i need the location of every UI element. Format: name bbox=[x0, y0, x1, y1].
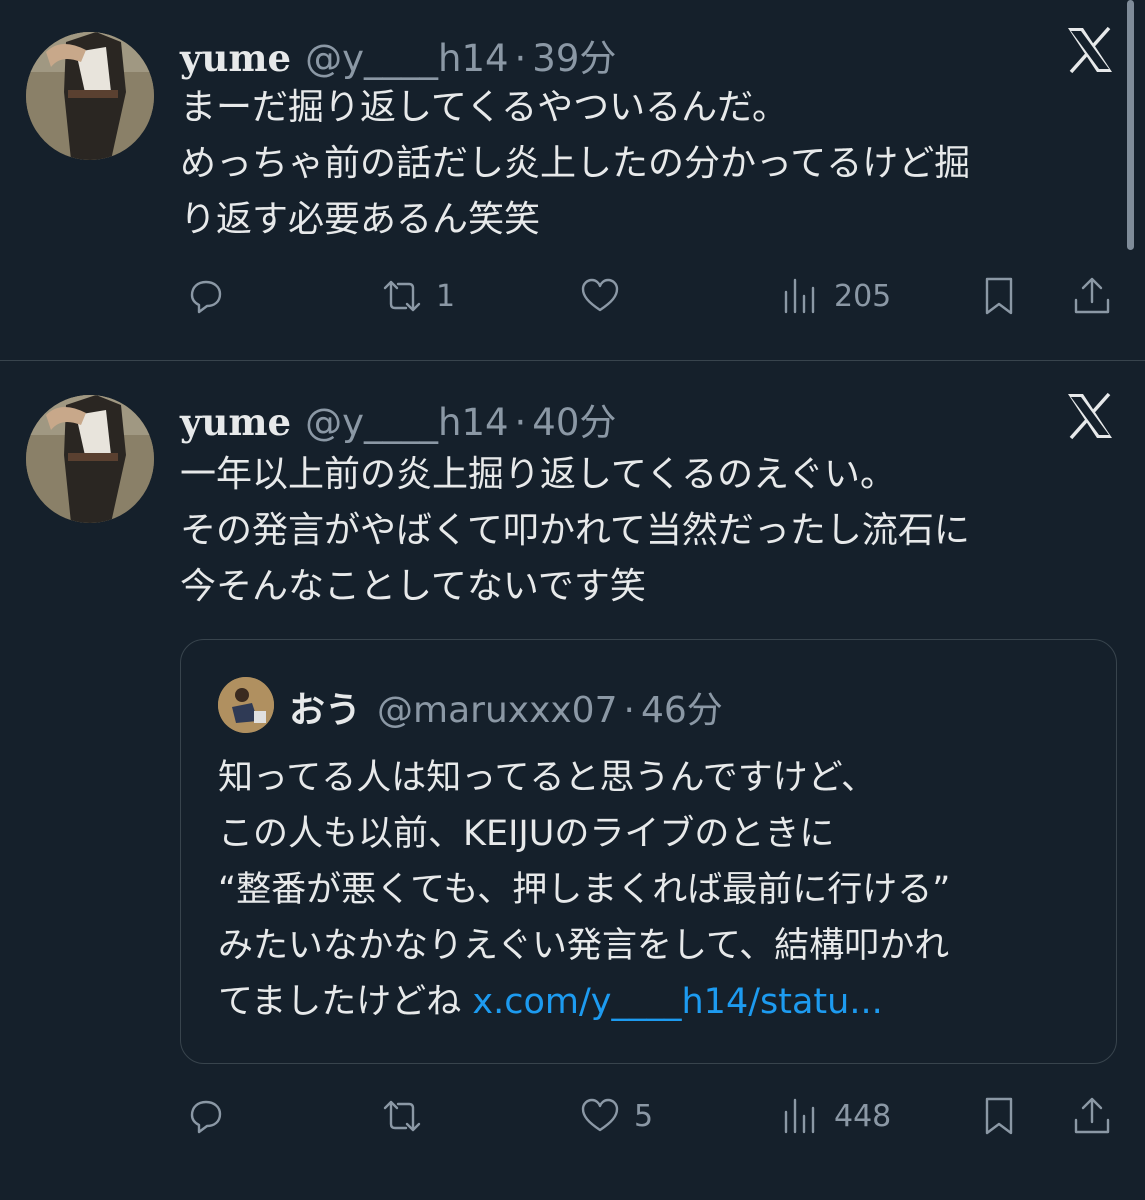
views-icon bbox=[784, 1098, 815, 1134]
scrollbar[interactable] bbox=[1127, 0, 1134, 250]
quoted-timestamp[interactable]: 46分 bbox=[641, 681, 723, 733]
share-button[interactable] bbox=[1070, 1086, 1114, 1146]
separator: · bbox=[514, 37, 527, 80]
timestamp[interactable]: 39分 bbox=[532, 28, 616, 82]
quoted-text-line: てましたけどね x.com/y____h14/statu... bbox=[218, 974, 950, 1030]
status-link[interactable]: x.com/y____h14/statu... bbox=[472, 982, 882, 1022]
avatar[interactable] bbox=[26, 32, 154, 160]
like-count: 5 bbox=[634, 1098, 654, 1134]
view-count: 448 bbox=[834, 1098, 892, 1134]
retweet-icon bbox=[383, 1100, 421, 1132]
x-logo-icon bbox=[1065, 25, 1115, 75]
view-count: 205 bbox=[834, 278, 892, 314]
bookmark-icon bbox=[985, 277, 1013, 315]
bookmark-icon bbox=[985, 1097, 1013, 1135]
quoted-text-line: この人も以前、KEIJUのライブのときに bbox=[218, 814, 835, 854]
tweet-2[interactable]: yume @y____h14 · 40分 一年以上前の炎上掘り返してくるのえぐい… bbox=[0, 361, 1145, 1200]
like-button[interactable] bbox=[578, 266, 622, 326]
retweet-button[interactable]: 1 bbox=[380, 266, 455, 326]
tweet-text-line: 一年以上前の炎上掘り返してくるのえぐい。 bbox=[180, 454, 897, 495]
views-button[interactable]: 205 bbox=[778, 266, 891, 326]
quoted-display-name[interactable]: おう bbox=[289, 681, 361, 733]
quoted-tweet[interactable]: おう @maruxxx07 · 46分 知ってる人は知ってると思うんですけど、 … bbox=[180, 639, 1117, 1064]
timestamp[interactable]: 40分 bbox=[532, 392, 616, 446]
views-icon bbox=[784, 278, 815, 314]
heart-icon bbox=[581, 1098, 619, 1132]
share-button[interactable] bbox=[1070, 266, 1114, 326]
tweet-text-line: り返す必要あるん笑笑 bbox=[180, 199, 541, 240]
quoted-text-line: 知ってる人は知ってると思うんですけど、 bbox=[218, 758, 877, 798]
quoted-text: 知ってる人は知ってると思うんですけど、 この人も以前、KEIJUのライブのときに… bbox=[218, 750, 950, 1030]
share-icon bbox=[1074, 1097, 1110, 1134]
like-button[interactable]: 5 bbox=[578, 1086, 653, 1146]
display-name[interactable]: yume bbox=[180, 36, 291, 80]
reply-button[interactable] bbox=[184, 266, 228, 326]
x-logo-icon bbox=[1065, 391, 1115, 441]
tweet-text-line: 今そんなことしてないです笑 bbox=[180, 566, 646, 607]
reply-icon bbox=[190, 280, 222, 314]
user-handle[interactable]: @y____h14 bbox=[305, 37, 508, 80]
avatar[interactable] bbox=[26, 395, 154, 523]
tweet-1[interactable]: yume @y____h14 · 39分 まーだ掘り返してくるやついるんだ。 め… bbox=[0, 0, 1145, 360]
bookmark-button[interactable] bbox=[977, 1086, 1021, 1146]
quoted-text-line: “整番が悪くても、押しまくれば最前に行ける” bbox=[218, 870, 951, 910]
separator: · bbox=[514, 401, 527, 444]
quoted-text-line: みたいなかなりえぐい発言をして、結構叩かれ bbox=[218, 926, 950, 966]
display-name[interactable]: yume bbox=[180, 400, 291, 444]
retweet-count: 1 bbox=[436, 278, 456, 314]
tweet-text-line: めっちゃ前の話だし炎上したの分かってるけど掘 bbox=[180, 143, 971, 184]
tweet-header: yume @y____h14 · 40分 bbox=[180, 392, 616, 444]
bookmark-button[interactable] bbox=[977, 266, 1021, 326]
share-icon bbox=[1074, 277, 1110, 314]
quoted-avatar[interactable] bbox=[218, 677, 274, 733]
tweet-text-line: まーだ掘り返してくるやついるんだ。 bbox=[180, 87, 789, 128]
user-handle[interactable]: @y____h14 bbox=[305, 401, 508, 444]
heart-icon bbox=[581, 278, 619, 312]
action-bar: 1 205 bbox=[0, 266, 1145, 326]
retweet-icon bbox=[383, 280, 421, 312]
tweet-text: 一年以上前の炎上掘り返してくるのえぐい。 その発言がやばくて叩かれて当然だったし… bbox=[180, 447, 1100, 615]
quoted-header: おう @maruxxx07 · 46分 bbox=[289, 681, 723, 733]
tweet-text: まーだ掘り返してくるやついるんだ。 めっちゃ前の話だし炎上したの分かってるけど掘… bbox=[180, 80, 1100, 248]
reply-icon bbox=[190, 1100, 222, 1134]
separator: · bbox=[623, 690, 635, 731]
views-button[interactable]: 448 bbox=[778, 1086, 891, 1146]
reply-button[interactable] bbox=[184, 1086, 228, 1146]
tweet-header: yume @y____h14 · 39分 bbox=[180, 28, 616, 80]
quoted-text-tail: てましたけどね bbox=[218, 982, 462, 1022]
quoted-handle[interactable]: @maruxxx07 bbox=[377, 690, 617, 731]
retweet-button[interactable] bbox=[380, 1086, 424, 1146]
action-bar: 5 448 bbox=[0, 1086, 1145, 1146]
tweet-text-line: その発言がやばくて叩かれて当然だったし流石に bbox=[180, 510, 970, 551]
